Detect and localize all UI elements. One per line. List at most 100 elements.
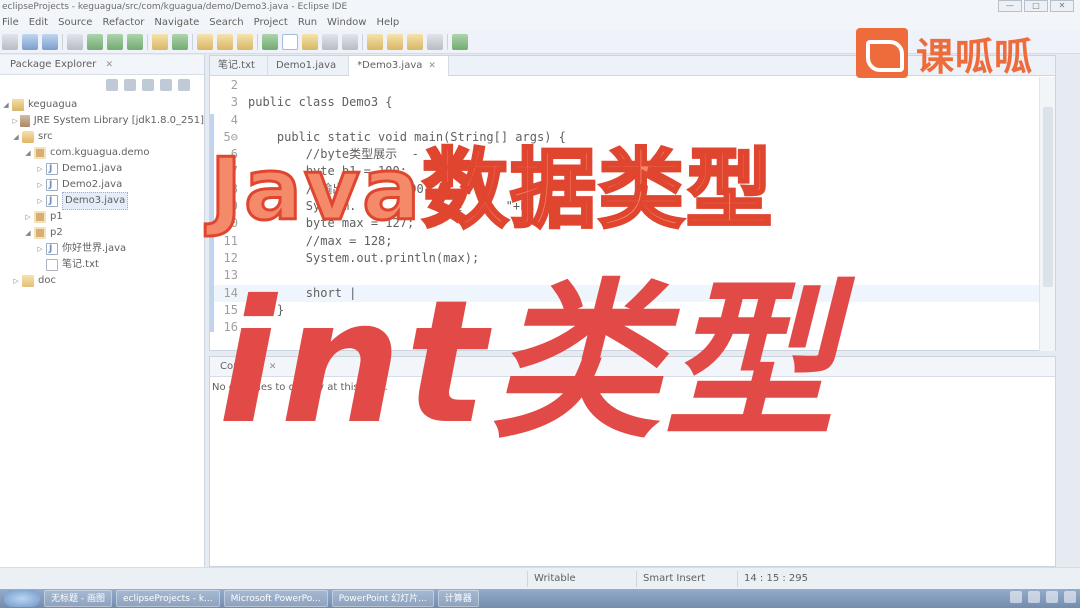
external-tools-icon[interactable] [127,33,143,50]
volume-icon[interactable] [1028,591,1040,603]
toolbar-separator [192,33,193,50]
tree-item-doc[interactable]: ▷ doc [0,273,204,289]
project-icon [12,99,24,111]
package-icon [34,227,46,239]
network-icon[interactable] [1010,591,1022,603]
system-tray [1010,591,1076,606]
menu-source[interactable]: Source [58,17,92,28]
minimize-icon[interactable] [160,79,172,91]
menu-project[interactable]: Project [254,17,288,28]
collapse-arrow-icon[interactable]: ▷ [12,113,18,129]
maximize-icon[interactable] [178,79,190,91]
collapse-arrow-icon[interactable]: ▷ [24,209,32,225]
collapse-arrow-icon[interactable]: ▷ [36,241,44,257]
tree-item-demo1[interactable]: ▷ Demo1.java [0,161,204,177]
close-icon[interactable]: ✕ [105,60,113,70]
debug-icon[interactable] [67,33,83,50]
tree-item-demo3[interactable]: ▷ Demo3.java [0,192,204,210]
source-folder-icon [22,131,34,143]
coverage-icon[interactable] [107,33,123,50]
tree-item-demo2[interactable]: ▷ Demo2.java [0,177,204,193]
notification-icon[interactable] [1064,591,1076,603]
next-annotation-icon[interactable] [367,33,383,50]
tree-item-jre-library[interactable]: ▷ JRE System Library [jdk1.8.0_251] [0,113,204,129]
close-tab-icon[interactable]: ✕ [428,56,436,76]
tree-item-package-demo[interactable]: ◢ com.kguagua.demo [0,145,204,161]
run-icon[interactable] [87,33,103,50]
code-text: public class Demo3 { [248,95,393,110]
taskbar-item-paint[interactable]: 无标题 - 画图 [44,590,112,607]
toggle-breadcrumb-icon[interactable] [282,33,298,50]
highlight-icon[interactable] [302,33,318,50]
tab-label: Demo1.java [275,60,337,71]
menu-run[interactable]: Run [298,17,317,28]
expand-arrow-icon[interactable]: ◢ [24,225,32,241]
save-all-icon[interactable] [42,33,58,50]
editor-scrollbar[interactable] [1039,77,1055,351]
open-task-icon[interactable] [217,33,233,50]
menu-window[interactable]: Window [327,17,366,28]
tree-item-notes[interactable]: 笔记.txt [0,257,204,273]
start-button[interactable] [4,590,40,607]
minimize-button[interactable]: — [998,0,1022,12]
collapse-arrow-icon[interactable]: ▷ [36,177,44,193]
tab-demo3-java[interactable]: *Demo3.java ✕ [349,56,449,76]
status-writable: Writable [527,571,576,587]
new-class-icon[interactable] [172,33,188,50]
maximize-button[interactable]: □ [1024,0,1048,12]
expand-arrow-icon[interactable]: ◢ [24,145,32,161]
tab-label: 笔记.txt [218,60,255,71]
expand-arrow-icon[interactable]: ◢ [12,129,20,145]
text-file-icon [46,259,58,271]
toggle-mark-icon[interactable] [262,33,278,50]
explorer-toolbar [0,75,204,97]
menu-edit[interactable]: Edit [29,17,48,28]
brand-watermark: 课呱呱 [856,28,1033,79]
back-icon[interactable] [407,33,423,50]
window-controls: — □ ✕ [998,0,1074,14]
menu-file[interactable]: File [2,17,19,28]
close-button[interactable]: ✕ [1050,0,1074,12]
menu-search[interactable]: Search [209,17,243,28]
package-explorer-title[interactable]: Package Explorer [10,59,96,70]
menu-refactor[interactable]: Refactor [102,17,144,28]
scrollbar-thumb[interactable] [1043,107,1053,287]
collapse-arrow-icon[interactable]: ▷ [36,161,44,177]
status-bar: Writable Smart Insert 14 : 15 : 295 [0,567,1080,589]
search-icon[interactable] [237,33,253,50]
new-icon[interactable] [2,33,18,50]
block-selection-icon[interactable] [342,33,358,50]
tree-item-label: 笔记.txt [62,259,99,270]
toolbar-separator [62,33,63,50]
forward-icon[interactable] [427,33,443,50]
tree-item-hello-world[interactable]: ▷ 你好世界.java [0,241,204,257]
tab-notes-txt[interactable]: 笔记.txt [210,56,268,76]
expand-arrow-icon[interactable]: ◢ [2,97,10,113]
pin-editor-icon[interactable] [452,33,468,50]
battery-icon[interactable] [1046,591,1058,603]
tree-item-src[interactable]: ◢ src [0,129,204,145]
lesson-subtitle: int类型 [218,264,839,462]
taskbar-item-calculator[interactable]: 计算器 [437,590,479,607]
tree-item-keguagua[interactable]: ◢ keguagua [0,97,204,113]
tree-item-p2[interactable]: ◢ p2 [0,225,204,241]
new-package-icon[interactable] [152,33,168,50]
taskbar-item-powerpoint[interactable]: Microsoft PowerPo... [223,590,328,607]
package-explorer-header: Package Explorer ✕ [0,55,204,75]
view-menu-icon[interactable] [142,79,154,91]
link-editor-icon[interactable] [124,79,136,91]
menu-help[interactable]: Help [376,17,399,28]
tab-demo1-java[interactable]: Demo1.java [268,56,350,76]
open-type-icon[interactable] [197,33,213,50]
save-icon[interactable] [22,33,38,50]
collapse-all-icon[interactable] [106,79,118,91]
menu-navigate[interactable]: Navigate [154,17,199,28]
show-whitespace-icon[interactable] [322,33,338,50]
taskbar-item-slideshow[interactable]: PowerPoint 幻灯片... [331,590,434,607]
tree-item-p1[interactable]: ▷ p1 [0,209,204,225]
java-file-icon [46,193,58,209]
collapse-arrow-icon[interactable]: ▷ [36,193,44,209]
collapse-arrow-icon[interactable]: ▷ [12,273,20,289]
previous-annotation-icon[interactable] [387,33,403,50]
taskbar-item-eclipse[interactable]: eclipseProjects - k... [115,590,220,607]
